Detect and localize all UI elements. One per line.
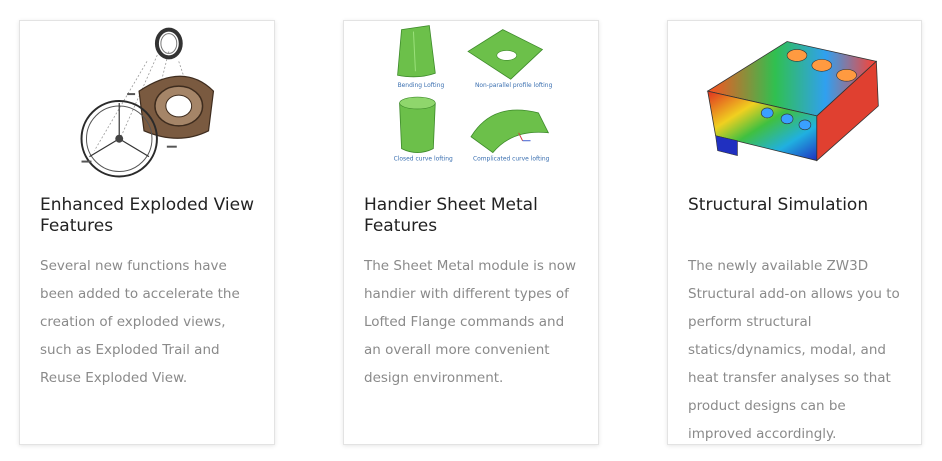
card-title: Enhanced Exploded View Features [40,195,254,236]
card-description: The Sheet Metal module is now handier wi… [364,258,577,386]
caption-closed-curve-lofting: Closed curve lofting [394,156,453,163]
feature-card-structural-simulation: Structural Simulation The newly availabl… [667,20,922,445]
caption-non-parallel-lofting: Non-parallel profile lofting [475,82,553,89]
card-description: The newly available ZW3D Structural add-… [688,258,900,442]
structural-simulation-heatmap [706,41,879,162]
caption-bending-lofting: Bending Lofting [398,82,445,89]
card-title: Structural Simulation [688,195,869,215]
card-description: Several new functions have been added to… [40,258,240,386]
sheet-metal-lofting-illustration: Bending Lofting Non-parallel profile lof… [394,25,553,163]
exploded-view-illustration [80,27,215,178]
feature-card-sheet-metal: Bending Lofting Non-parallel profile lof… [343,20,599,445]
caption-complicated-curve-lofting: Complicated curve lofting [473,156,550,163]
card-title: Handier Sheet Metal Features [364,195,538,236]
feature-card-exploded-view: Enhanced Exploded View Features Several … [19,20,275,445]
